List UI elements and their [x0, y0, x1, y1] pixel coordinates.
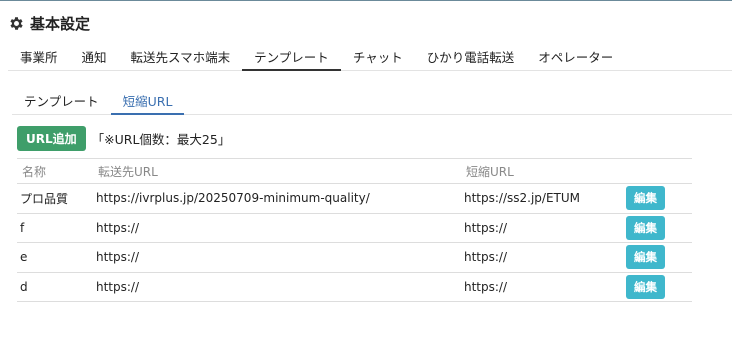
- sub-tab-bar: テンプレート 短縮URL: [12, 85, 732, 115]
- edit-button[interactable]: 編集: [626, 274, 665, 299]
- edit-button[interactable]: 編集: [626, 245, 665, 270]
- main-tab-bar: 事業所 通知 転送先スマホ端末 テンプレート チャット ひかり電話転送 オペレー…: [8, 40, 732, 71]
- row-name: e: [17, 242, 93, 273]
- row-forward-url: https://: [93, 213, 461, 243]
- row-short-url: https://: [461, 242, 623, 273]
- row-name: d: [17, 272, 93, 302]
- subtab-template[interactable]: テンプレート: [12, 85, 111, 115]
- tab-template[interactable]: テンプレート: [242, 40, 341, 71]
- edit-button[interactable]: 編集: [626, 186, 665, 211]
- page-title: 基本設定: [30, 15, 91, 33]
- gear-icon: [8, 15, 25, 32]
- row-short-url: https://ss2.jp/ETUM: [461, 183, 623, 214]
- action-row: URL追加 「※URL個数：最大25」: [17, 126, 230, 151]
- short-url-table: 名称 転送先URL 短縮URL プロ品質 https://ivrplus.jp/…: [17, 158, 692, 302]
- row-forward-url: https://: [93, 242, 461, 273]
- row-short-url: https://: [461, 272, 623, 302]
- top-border: [0, 0, 732, 1]
- table-header-row: 名称 転送先URL 短縮URL: [17, 158, 692, 184]
- header-actions: [623, 158, 692, 184]
- table-row: f https:// https:// 編集: [17, 213, 692, 243]
- header-name: 名称: [17, 158, 93, 184]
- row-action-cell: 編集: [623, 242, 692, 273]
- row-forward-url: https://: [93, 272, 461, 302]
- tab-forward-smartphone[interactable]: 転送先スマホ端末: [119, 40, 243, 71]
- row-action-cell: 編集: [623, 272, 692, 302]
- table-row: プロ品質 https://ivrplus.jp/20250709-minimum…: [17, 183, 692, 214]
- header-short-url: 短縮URL: [461, 158, 623, 184]
- row-action-cell: 編集: [623, 183, 692, 214]
- row-action-cell: 編集: [623, 213, 692, 243]
- subtab-short-url[interactable]: 短縮URL: [110, 85, 185, 115]
- add-url-button[interactable]: URL追加: [17, 126, 86, 151]
- header-forward-url: 転送先URL: [93, 158, 461, 184]
- row-name: プロ品質: [17, 183, 93, 214]
- tab-operator[interactable]: オペレーター: [526, 40, 625, 71]
- row-name: f: [17, 213, 93, 243]
- tab-hikari-forward[interactable]: ひかり電話転送: [415, 40, 527, 71]
- page-header: 基本設定: [8, 13, 90, 34]
- row-forward-url: https://ivrplus.jp/20250709-minimum-qual…: [93, 183, 461, 214]
- edit-button[interactable]: 編集: [626, 215, 665, 240]
- url-limit-note: 「※URL個数：最大25」: [91, 132, 231, 147]
- tab-office[interactable]: 事業所: [8, 40, 70, 71]
- tab-chat[interactable]: チャット: [341, 40, 415, 71]
- table-row: e https:// https:// 編集: [17, 242, 692, 273]
- row-short-url: https://: [461, 213, 623, 243]
- tab-notification[interactable]: 通知: [70, 40, 119, 71]
- table-row: d https:// https:// 編集: [17, 272, 692, 302]
